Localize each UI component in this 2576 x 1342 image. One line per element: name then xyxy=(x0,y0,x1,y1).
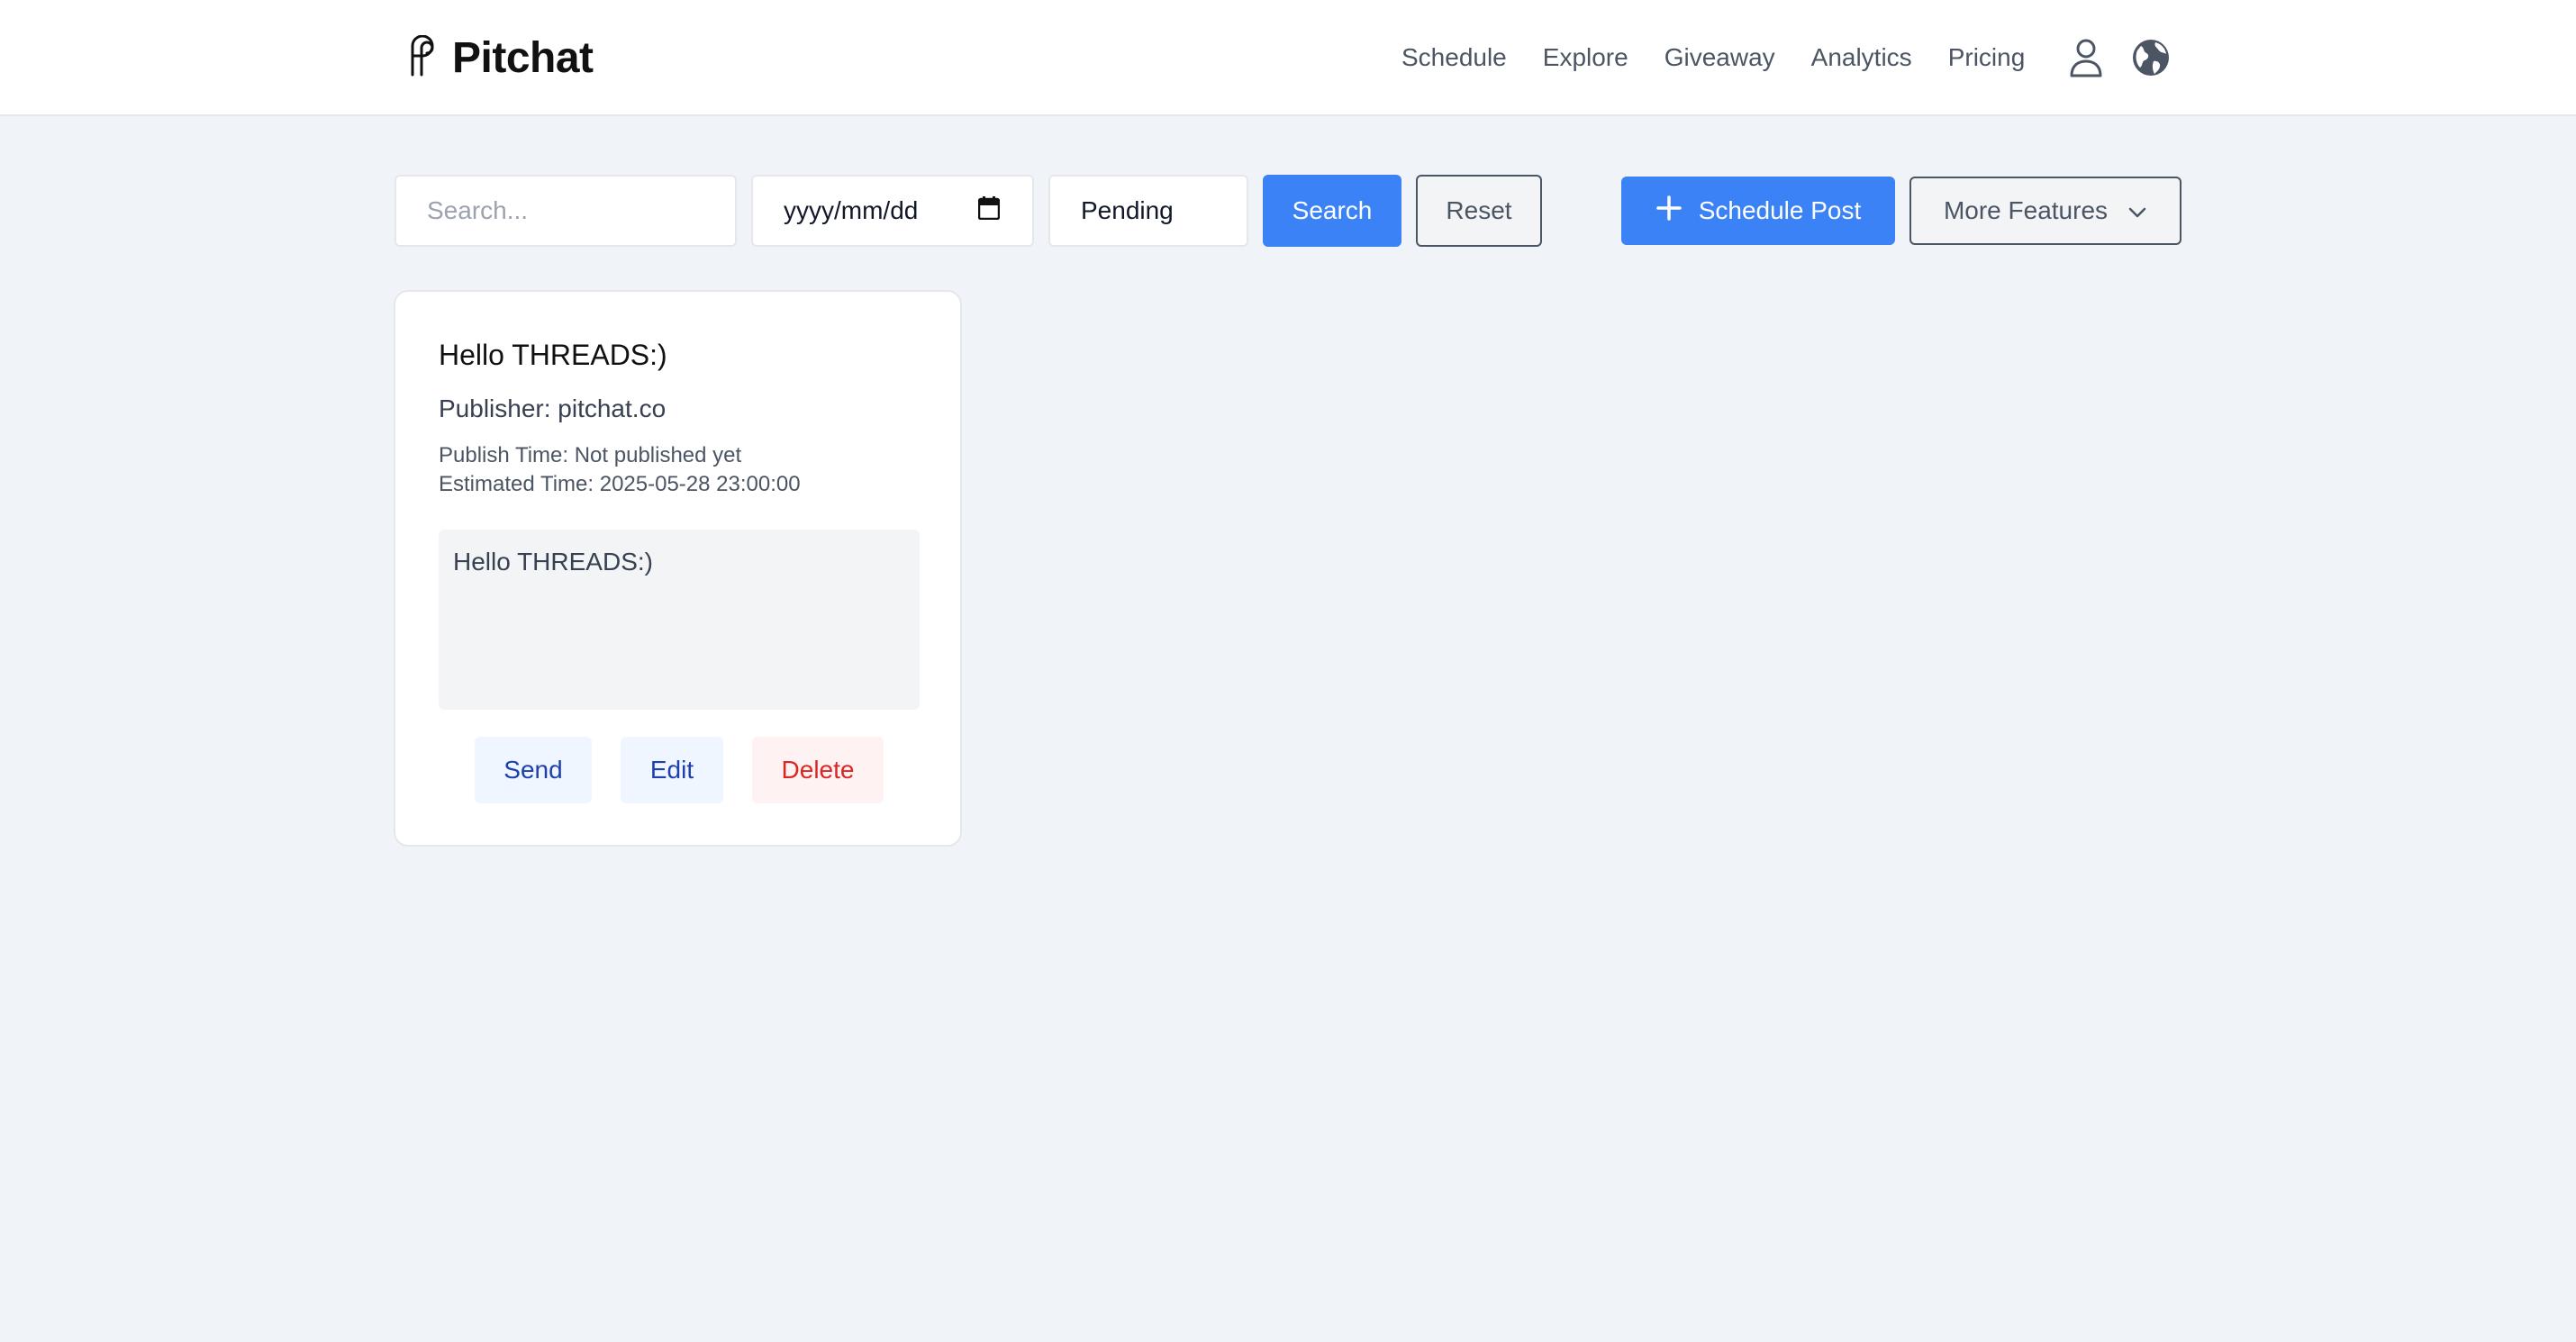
nav-giveaway[interactable]: Giveaway xyxy=(1664,43,1775,72)
post-card: Hello THREADS:) Publisher: pitchat.co Pu… xyxy=(394,290,962,847)
date-input[interactable]: yyyy/mm/dd xyxy=(751,175,1034,247)
schedule-post-label: Schedule Post xyxy=(1698,196,1862,224)
reset-button[interactable]: Reset xyxy=(1416,175,1542,247)
edit-button[interactable]: Edit xyxy=(621,737,723,803)
post-estimated-time: Estimated Time: 2025-05-28 23:00:00 xyxy=(439,472,801,496)
brand-name: Pitchat xyxy=(452,33,594,82)
nav-explore[interactable]: Explore xyxy=(1543,43,1628,72)
status-select[interactable]: Pending xyxy=(1048,175,1248,247)
globe-icon[interactable] xyxy=(2129,36,2172,79)
brand[interactable]: Pitchat xyxy=(405,31,594,85)
user-icon[interactable] xyxy=(2064,36,2108,79)
date-input-value: yyyy/mm/dd xyxy=(784,196,919,224)
search-input[interactable]: Search... xyxy=(395,175,737,247)
schedule-post-button[interactable]: Schedule Post xyxy=(1621,177,1895,245)
search-button[interactable]: Search xyxy=(1263,175,1401,247)
pitchat-logo-icon xyxy=(405,34,440,81)
nav-pricing[interactable]: Pricing xyxy=(1948,43,2026,72)
post-publish-time: Publish Time: Not published yet xyxy=(439,443,742,467)
post-title: Hello THREADS:) xyxy=(439,339,667,371)
send-button[interactable]: Send xyxy=(475,737,592,803)
post-content: Hello THREADS:) xyxy=(439,530,920,710)
delete-button[interactable]: Delete xyxy=(752,737,884,803)
more-features-label: More Features xyxy=(1943,196,2109,224)
top-navbar: Pitchat Schedule Explore Giveaway Analyt… xyxy=(0,0,2576,116)
nav-analytics[interactable]: Analytics xyxy=(1811,43,1912,72)
more-features-dropdown[interactable]: More Features xyxy=(1909,177,2181,245)
main-nav: Schedule Explore Giveaway Analytics Pric… xyxy=(1401,34,2172,81)
nav-schedule[interactable]: Schedule xyxy=(1401,43,1507,72)
plus-icon xyxy=(1655,195,1683,228)
post-publisher: Publisher: pitchat.co xyxy=(439,394,667,422)
calendar-icon[interactable] xyxy=(977,195,1001,226)
chevron-down-icon xyxy=(2127,196,2147,225)
